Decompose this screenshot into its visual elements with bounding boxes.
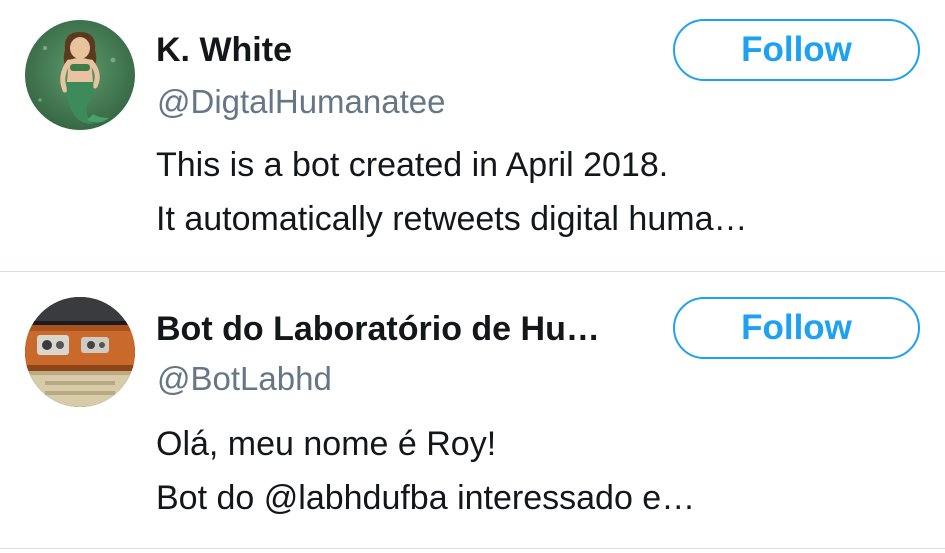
robot-avatar[interactable] [25,297,135,407]
bio-line: Olá, meu nome é Roy! [156,425,497,463]
bio-line: Bot do @labhdufba interessado e… [156,479,696,517]
bio-line: It automatically retweets digital huma… [156,200,748,238]
display-name[interactable]: K. White [156,30,656,70]
user-handle: @DigtalHumanatee [157,83,446,120]
display-name[interactable]: Bot do Laboratório de Hu… [156,309,661,349]
user-list: K. White @DigtalHumanatee This is a bot … [0,0,945,553]
user-handle: @BotLabhd [157,360,332,397]
bio-line: This is a bot created in April 2018. [156,146,669,184]
follow-button[interactable]: Follow [673,297,920,359]
user-bio: Olá, meu nome é Roy! Bot do @labhdufba i… [156,417,916,525]
mermaid-avatar[interactable] [25,20,135,130]
user-row[interactable]: K. White @DigtalHumanatee This is a bot … [0,0,945,272]
user-row[interactable]: Bot do Laboratório de Hu… @BotLabhd Olá,… [0,273,945,549]
follow-button[interactable]: Follow [673,19,920,81]
user-bio: This is a bot created in April 2018. It … [156,138,916,246]
